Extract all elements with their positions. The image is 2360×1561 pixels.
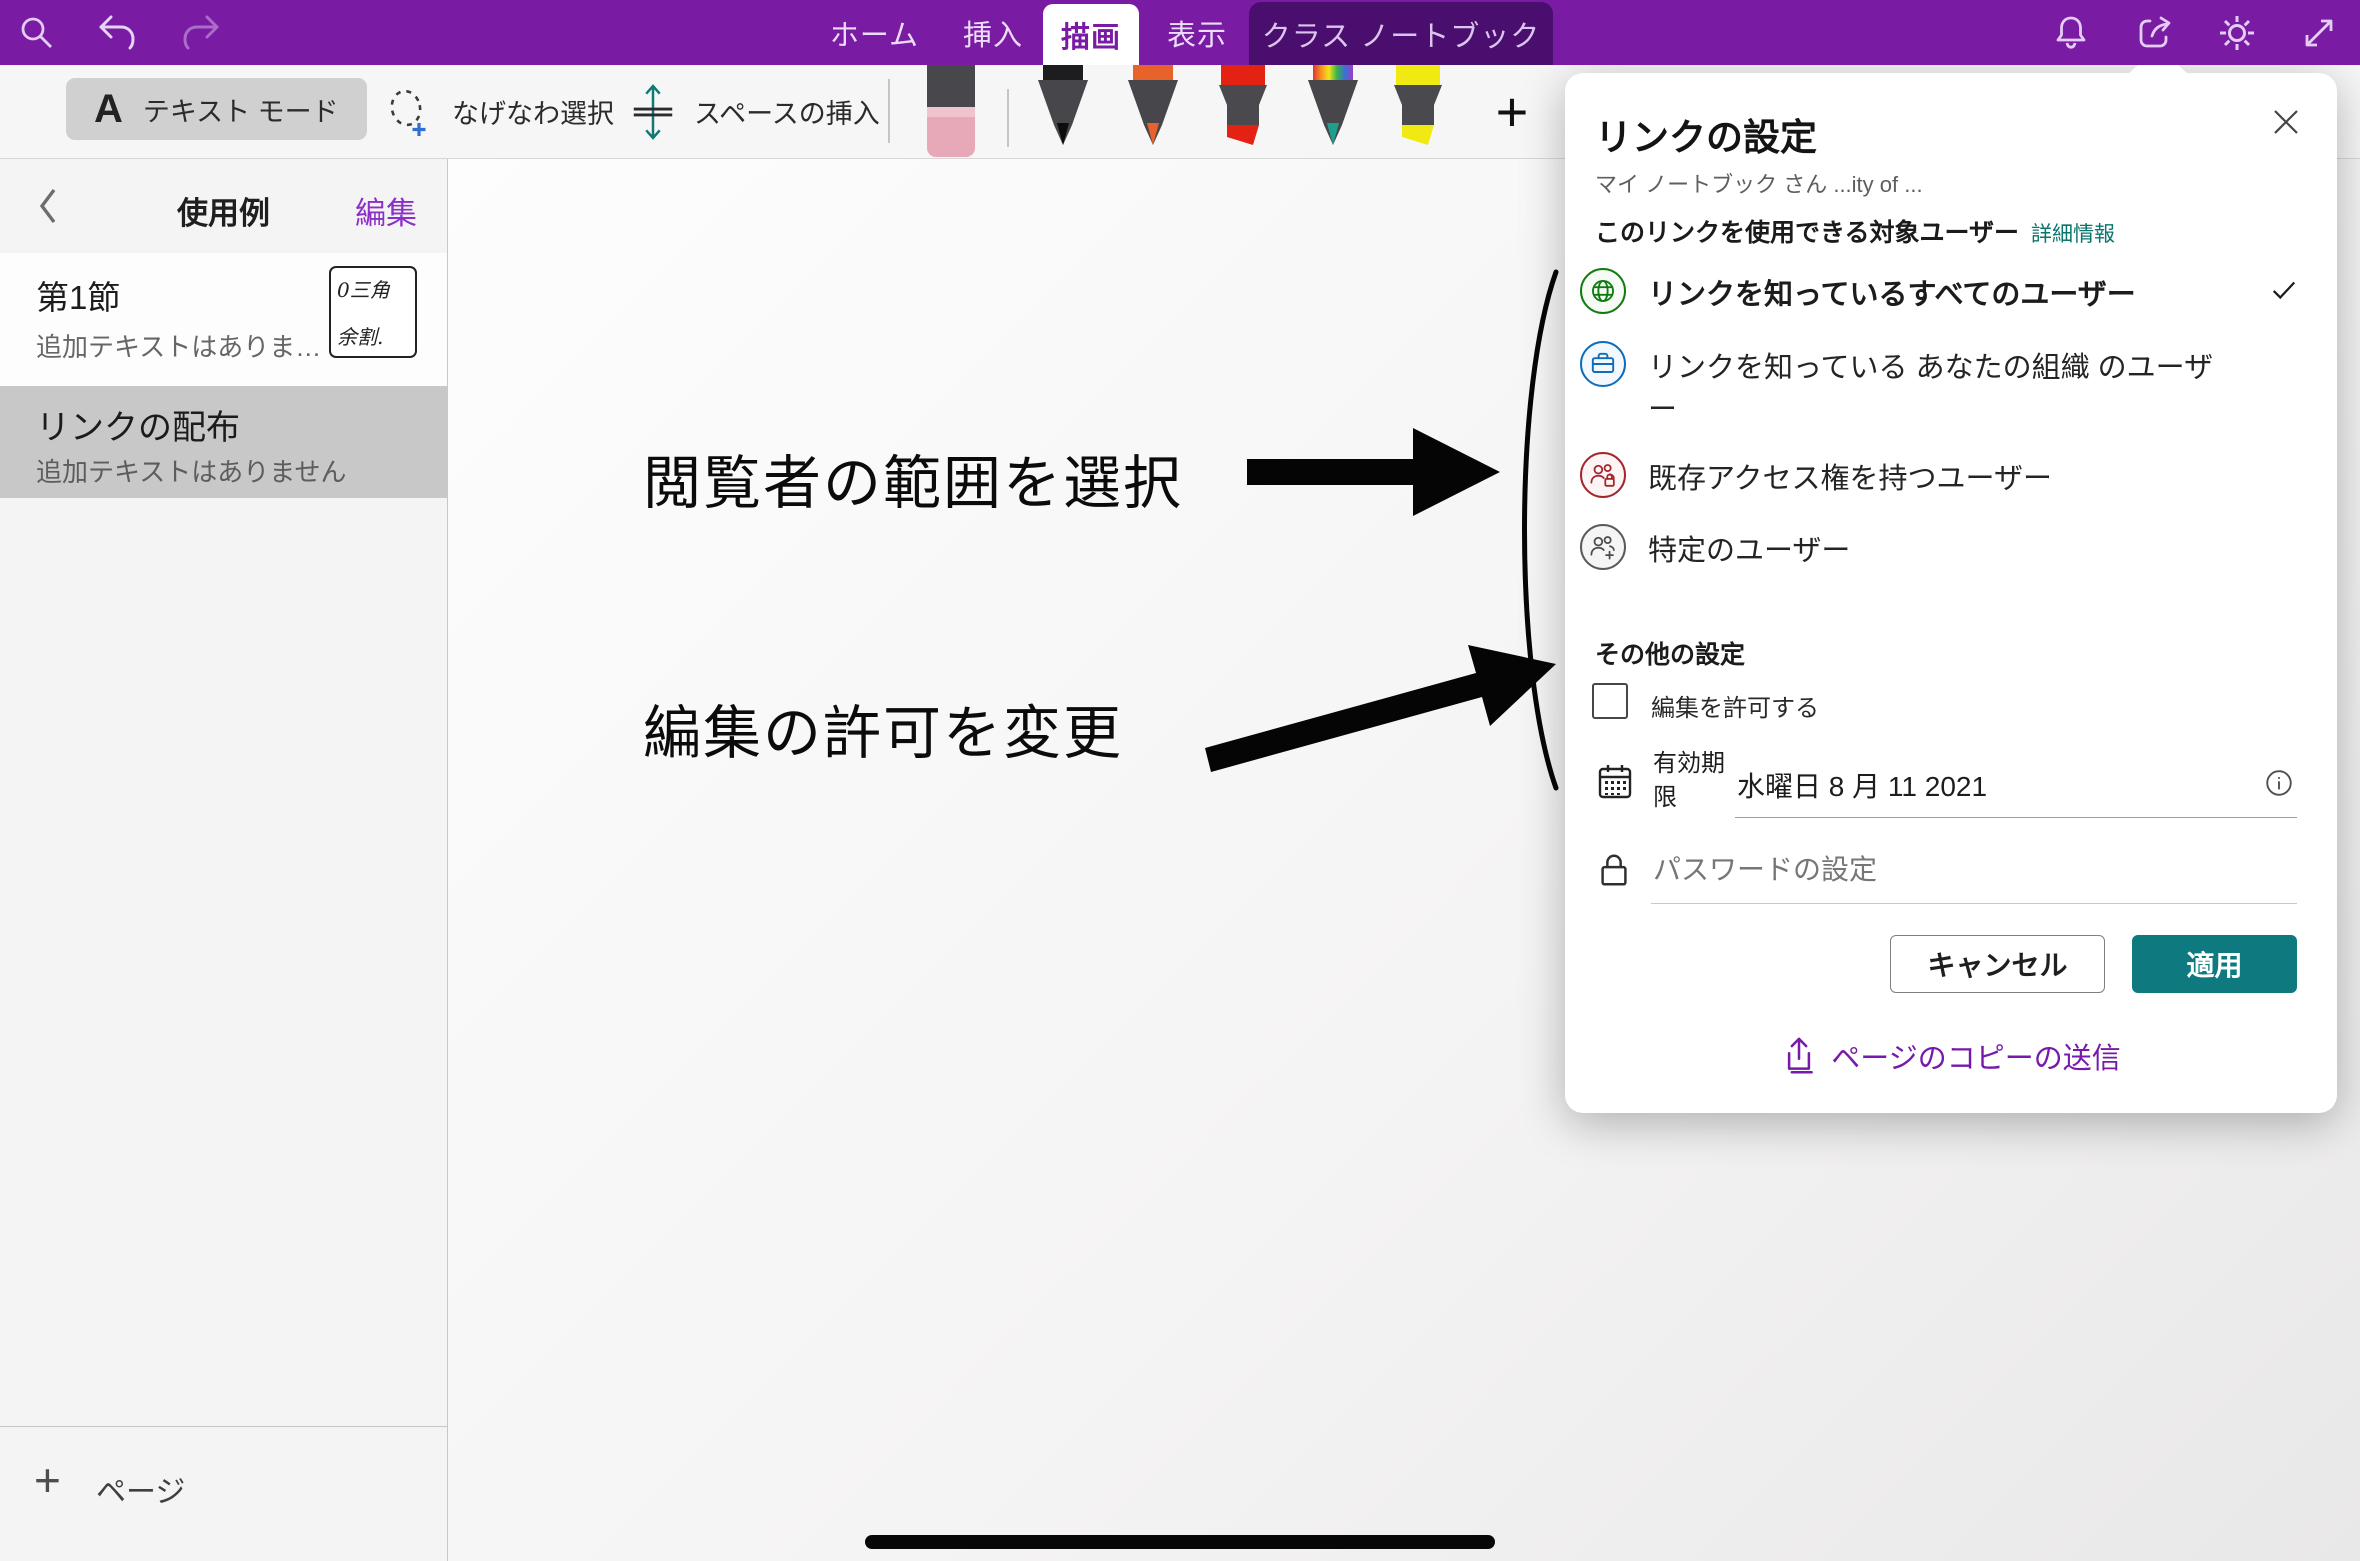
info-icon[interactable]: [2263, 767, 2295, 799]
red-highlighter-tool[interactable]: [1210, 65, 1276, 157]
cancel-button[interactable]: キャンセル: [1890, 935, 2105, 993]
password-input[interactable]: [1651, 853, 2215, 887]
people-lock-icon: [1580, 452, 1626, 498]
eraser-tool[interactable]: [922, 65, 980, 160]
option-people-with-access[interactable]: 既存アクセス権を持つユーザー: [1580, 452, 2310, 500]
tab-home[interactable]: ホーム: [822, 0, 927, 65]
redo-icon[interactable]: [178, 10, 224, 56]
expiry-underline: [1735, 817, 2297, 818]
option-anyone-with-link[interactable]: リンクを知っているすべてのユーザー: [1580, 268, 2310, 316]
other-settings-label: その他の設定: [1595, 635, 1745, 671]
edit-link[interactable]: 編集: [355, 188, 417, 233]
send-copy-icon: [1781, 1035, 1817, 1077]
thumb-text: 余割.: [337, 321, 383, 350]
close-icon[interactable]: [2271, 107, 2307, 143]
text-mode-label: テキスト モード: [143, 90, 339, 129]
audience-label: このリンクを使用できる対象ユーザー詳細情報: [1595, 213, 2115, 249]
annotation-select-viewer-range: 閲覧者の範囲を選択: [643, 436, 1183, 520]
option-label: 特定のユーザー: [1648, 524, 1850, 572]
page-subtitle: 追加テキストはありません: [36, 452, 346, 489]
search-icon[interactable]: [14, 10, 60, 56]
apply-button[interactable]: 適用: [2132, 935, 2297, 993]
password-underline: [1651, 903, 2297, 904]
thumb-text: 0三角: [337, 274, 409, 303]
page-item-section1[interactable]: 第1節 追加テキストはありま… 0三角 余割.: [0, 253, 447, 386]
add-pen-button[interactable]: +: [1482, 73, 1542, 149]
page-thumbnail: 0三角 余割.: [329, 266, 417, 358]
insert-space-label: スペースの挿入: [694, 92, 880, 131]
share-icon[interactable]: [2132, 10, 2178, 56]
tab-insert[interactable]: 挿入: [948, 0, 1038, 65]
audience-label-text: このリンクを使用できる対象ユーザー: [1595, 219, 2019, 247]
dialog-title: リンクの設定: [1595, 107, 1817, 161]
toolbar-divider: [1007, 89, 1009, 147]
yellow-highlighter-tool[interactable]: [1385, 65, 1451, 157]
add-page-button[interactable]: + ページ: [0, 1426, 447, 1561]
page-title: リンクの配布: [36, 400, 240, 449]
page-title: 第1節: [36, 271, 120, 319]
insert-space-icon: [628, 82, 678, 142]
onenote-app: 閲覧者の範囲を選択 編集の許可を変更 A テキスト モード なげなわ選択: [0, 0, 2360, 1561]
notebook-breadcrumb: マイ ノートブック さん ...ity of ...: [1595, 167, 1923, 199]
home-indicator[interactable]: [865, 1535, 1495, 1549]
page-item-link-distribution[interactable]: リンクの配布 追加テキストはありません: [0, 386, 447, 498]
expiry-date-field[interactable]: 水曜日 8 月 11 2021: [1737, 765, 1987, 805]
lasso-select-button[interactable]: なげなわ選択: [380, 65, 614, 158]
orange-pen-tool[interactable]: [1120, 65, 1186, 157]
black-pen-tool[interactable]: [1030, 65, 1096, 157]
text-mode-button[interactable]: A テキスト モード: [66, 78, 367, 140]
galaxy-pen-tool[interactable]: [1300, 65, 1366, 157]
fullscreen-icon[interactable]: [2296, 10, 2342, 56]
toolbar-divider: [888, 79, 890, 143]
people-add-icon: [1580, 524, 1626, 570]
option-people-in-org[interactable]: リンクを知っている あなたの組織 のユーザー: [1580, 341, 2310, 431]
notifications-icon[interactable]: [2048, 10, 2094, 56]
allow-editing-checkbox[interactable]: [1592, 683, 1628, 719]
undo-icon[interactable]: [94, 10, 140, 56]
page-subtitle: 追加テキストはありま…: [36, 327, 321, 364]
sidebar-header: 使用例 編集: [0, 158, 447, 254]
allow-editing-label: 編集を許可する: [1651, 688, 1819, 723]
option-label: リンクを知っているすべてのユーザー: [1648, 268, 2136, 316]
lock-icon: [1595, 849, 1633, 891]
tab-class-notebook[interactable]: クラス ノートブック: [1249, 2, 1553, 65]
briefcase-icon: [1580, 341, 1626, 387]
option-label: リンクを知っている あなたの組織 のユーザー: [1648, 341, 2228, 431]
text-mode-letter: A: [94, 87, 123, 132]
option-label: 既存アクセス権を持つユーザー: [1648, 452, 2052, 500]
tab-draw[interactable]: 描画: [1043, 4, 1139, 65]
annotation-change-edit-permission: 編集の許可を変更: [643, 686, 1123, 770]
lasso-icon: [380, 83, 436, 141]
checkmark-icon: [2270, 268, 2298, 304]
calendar-icon: [1593, 760, 1637, 804]
top-app-bar: ホーム 挿入 描画 表示 クラス ノートブック: [0, 0, 2360, 65]
plus-icon: +: [34, 1453, 61, 1507]
link-settings-dialog: リンクの設定 マイ ノートブック さん ...ity of ... このリンクを…: [1565, 73, 2337, 1113]
tab-view[interactable]: 表示: [1152, 0, 1242, 65]
send-page-copy-link[interactable]: ページのコピーの送信: [1565, 1035, 2337, 1077]
option-specific-people[interactable]: 特定のユーザー: [1580, 524, 2310, 572]
send-copy-label: ページのコピーの送信: [1831, 1035, 2120, 1077]
details-link[interactable]: 詳細情報: [2031, 223, 2115, 246]
insert-space-button[interactable]: スペースの挿入: [628, 65, 880, 158]
settings-icon[interactable]: [2214, 10, 2260, 56]
globe-icon: [1580, 268, 1626, 314]
expiry-label: 有効期限: [1653, 747, 1747, 814]
page-list-sidebar: 使用例 編集 第1節 追加テキストはありま… 0三角 余割. リンクの配布 追加…: [0, 158, 448, 1561]
add-page-label: ページ: [96, 1467, 185, 1511]
lasso-label: なげなわ選択: [452, 92, 614, 131]
